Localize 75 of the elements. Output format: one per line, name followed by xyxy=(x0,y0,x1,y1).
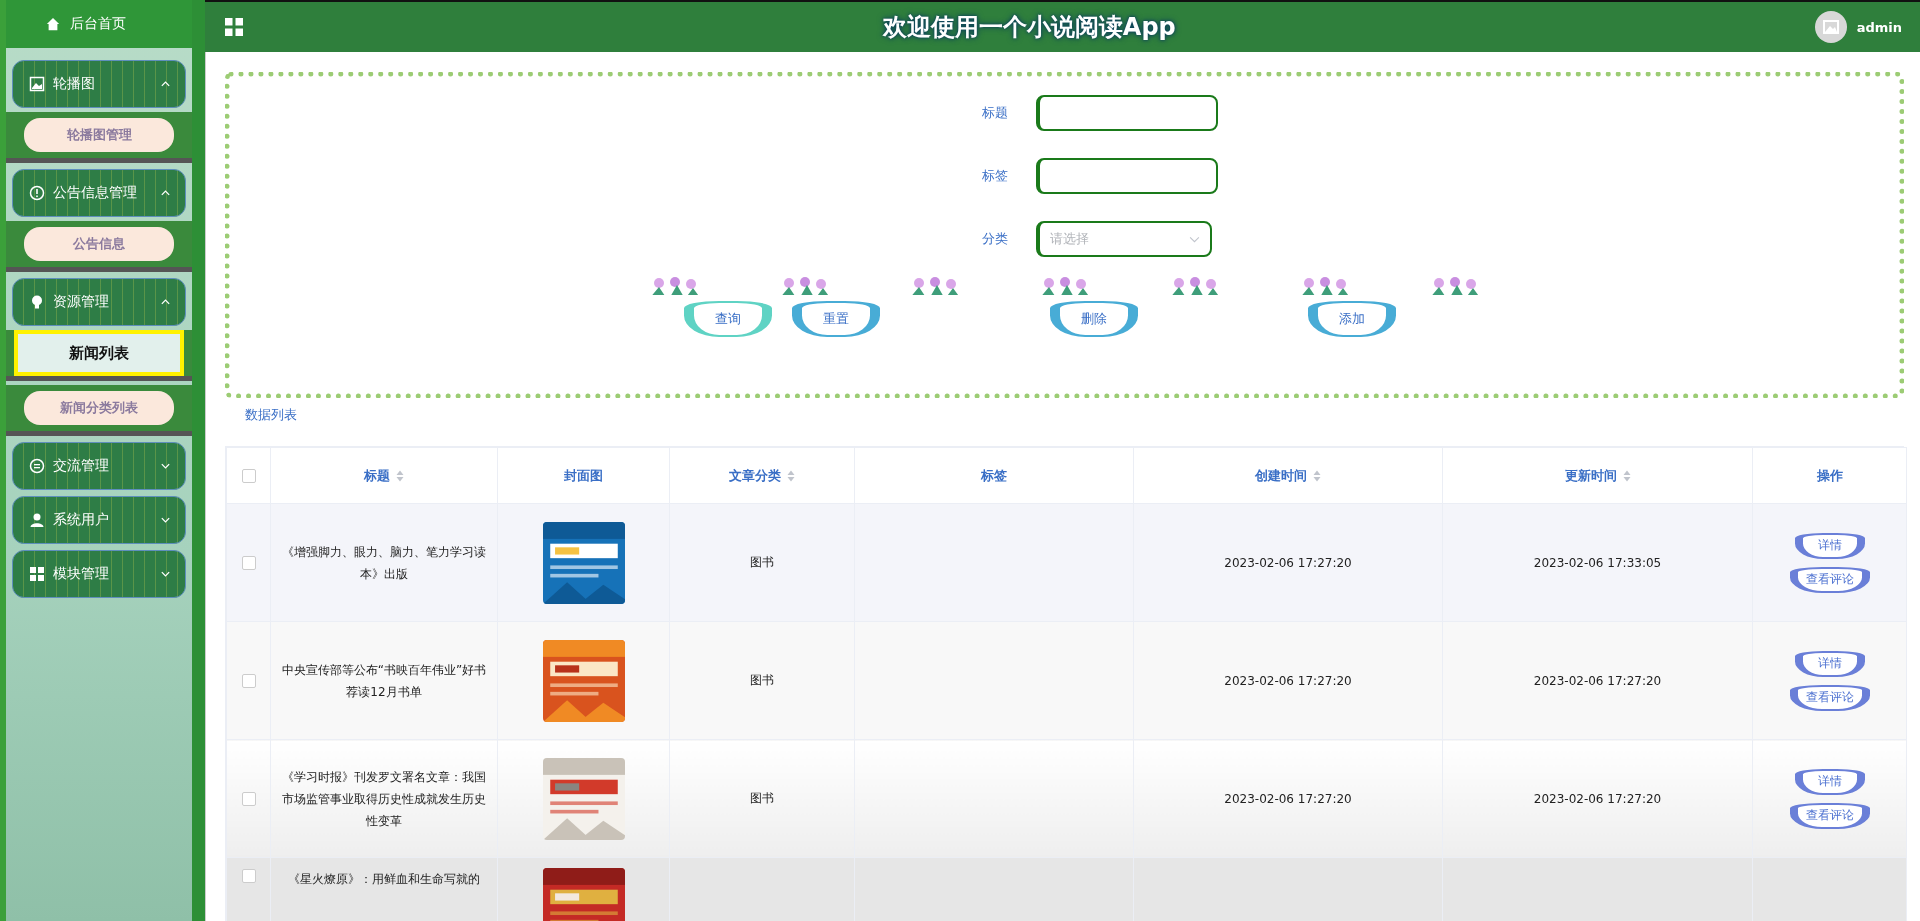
menu-group[interactable]: 资源管理 xyxy=(12,278,186,326)
table-cell-text: 《学习时报》刊发罗文署名文章：我国市场监管事业取得历史性成就发生历史性变革 xyxy=(281,768,487,830)
lightbulb-icon xyxy=(29,294,45,310)
home-label[interactable]: 后台首页 xyxy=(70,15,126,33)
checkbox[interactable] xyxy=(241,555,256,570)
menu-icon[interactable] xyxy=(224,17,244,37)
user-name[interactable]: admin xyxy=(1856,19,1902,35)
caret-icon xyxy=(160,298,171,306)
field-label: 标题 xyxy=(981,104,1008,122)
column-header: 操作 xyxy=(1816,466,1843,485)
image-icon xyxy=(29,76,45,92)
chat-icon xyxy=(29,458,45,474)
ribbon-button[interactable]: 添加 xyxy=(1307,301,1396,337)
ribbon-button[interactable]: 删除 xyxy=(1049,301,1138,337)
input-field[interactable] xyxy=(1036,158,1218,194)
column-header: 更新时间 xyxy=(1564,466,1617,485)
info-icon xyxy=(29,185,45,201)
chevron-down-icon xyxy=(1189,235,1200,243)
home-menu-item[interactable]: 后台首页 xyxy=(6,0,192,48)
table-cell: 2023-02-06 17:27:20 xyxy=(1224,791,1352,806)
sort-icon[interactable] xyxy=(396,469,404,482)
home-icon xyxy=(46,17,60,31)
column-header: 标签 xyxy=(981,466,1007,485)
sort-icon[interactable] xyxy=(1313,469,1321,482)
table-cell: 图书 xyxy=(750,555,774,569)
avatar-icon[interactable] xyxy=(1814,11,1847,43)
field-label: 标签 xyxy=(981,167,1008,185)
table-cell-text: 《增强脚力、眼力、脑力、笔力学习读本》出版 xyxy=(281,543,487,583)
caret-icon xyxy=(160,516,171,524)
ribbon-button[interactable]: 详情 xyxy=(1794,532,1865,559)
menu-group[interactable]: 系统用户 xyxy=(12,496,186,544)
sort-icon[interactable] xyxy=(1622,469,1631,482)
checkbox[interactable] xyxy=(241,469,256,484)
table-cell: 图书 xyxy=(750,791,774,805)
checkbox[interactable] xyxy=(241,673,256,688)
submenu-item[interactable]: 轮播图管理 xyxy=(24,118,174,152)
table-cell-text: 《星火燎原》：用鲜血和生命写就的 xyxy=(288,871,480,888)
submenu-item[interactable]: 新闻分类列表 xyxy=(24,391,174,425)
caret-icon xyxy=(160,570,171,578)
column-header: 文章分类 xyxy=(729,466,781,485)
table-cell: 2023-02-06 17:27:20 xyxy=(1224,555,1352,570)
grid-icon xyxy=(29,566,45,582)
menu-group[interactable]: 交流管理 xyxy=(12,442,186,490)
ribbon-button[interactable]: 查询 xyxy=(683,301,772,337)
table-cell: 2023-02-06 17:27:20 xyxy=(1533,673,1662,688)
caret-icon xyxy=(160,462,171,470)
ribbon-button[interactable]: 查看评论 xyxy=(1789,684,1870,711)
table-cell: 2023-02-06 17:33:05 xyxy=(1533,555,1662,570)
checkbox[interactable] xyxy=(241,868,256,883)
ribbon-button[interactable]: 重置 xyxy=(791,301,880,337)
ribbon-button[interactable]: 查看评论 xyxy=(1789,566,1870,593)
sort-icon[interactable] xyxy=(787,469,795,482)
menu-group[interactable]: 模块管理 xyxy=(12,550,186,598)
submenu-item[interactable]: 公告信息 xyxy=(24,227,174,261)
menu-group[interactable]: 公告信息管理 xyxy=(12,169,186,217)
ribbon-button[interactable]: 详情 xyxy=(1794,768,1865,795)
user-icon xyxy=(29,512,45,528)
input-field[interactable] xyxy=(1036,95,1218,131)
column-header: 标题 xyxy=(364,466,390,485)
checkbox[interactable] xyxy=(241,791,256,806)
table-cell-text: 中央宣传部等公布“书映百年伟业”好书荐读12月书单 xyxy=(280,661,488,701)
caret-icon xyxy=(160,189,171,197)
field-label: 分类 xyxy=(981,230,1008,248)
table-cell: 2023-02-06 17:27:20 xyxy=(1533,791,1662,806)
ribbon-button[interactable]: 详情 xyxy=(1794,650,1865,677)
section-title: 数据列表 xyxy=(244,406,298,424)
ribbon-button[interactable]: 查看评论 xyxy=(1789,802,1870,829)
submenu-item[interactable]: 新闻列表 xyxy=(14,330,184,376)
app-title: 欢迎使用一个小说阅读App xyxy=(881,12,1177,43)
table-cell: 图书 xyxy=(750,673,774,687)
caret-icon xyxy=(160,80,171,88)
column-header: 封面图 xyxy=(564,466,603,485)
table-cell: 2023-02-06 17:27:20 xyxy=(1224,673,1352,688)
menu-group[interactable]: 轮播图 xyxy=(12,60,186,108)
column-header: 创建时间 xyxy=(1255,466,1307,485)
